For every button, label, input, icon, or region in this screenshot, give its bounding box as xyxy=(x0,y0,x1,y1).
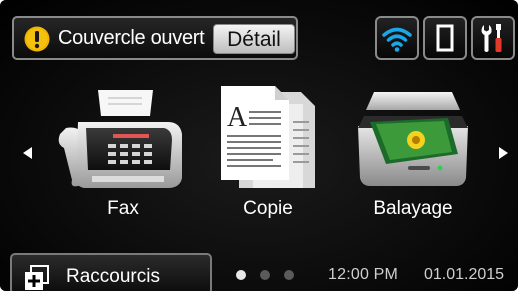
fax-label: Fax xyxy=(107,198,139,219)
status-message: Couvercle ouvert xyxy=(58,27,205,49)
shortcuts-label: Raccourcis xyxy=(66,266,160,287)
tools-icon xyxy=(481,24,502,52)
svg-text:A: A xyxy=(227,102,248,133)
printer-touchscreen: Couvercle ouvert Détail Fax A Copie Bala… xyxy=(0,0,518,291)
page-dot-active xyxy=(236,270,246,280)
copy-label: Copie xyxy=(243,198,293,219)
shortcuts-icon xyxy=(25,265,49,290)
wifi-button[interactable] xyxy=(375,16,419,60)
status-bar[interactable]: Couvercle ouvert Détail xyxy=(12,16,298,60)
page-dot xyxy=(260,270,270,280)
page-dot xyxy=(284,270,294,280)
shortcuts-button[interactable]: Raccourcis xyxy=(10,253,212,291)
left-arrow-icon[interactable] xyxy=(20,145,34,161)
scanner-icon xyxy=(358,92,468,186)
copy-documents-icon: A xyxy=(221,86,315,188)
settings-button[interactable] xyxy=(471,16,515,60)
date: 01.01.2015 xyxy=(424,266,505,283)
warning-icon xyxy=(24,26,50,52)
scan-label: Balayage xyxy=(373,198,453,219)
page-indicator xyxy=(232,270,302,282)
detail-button[interactable]: Détail xyxy=(213,24,295,54)
right-arrow-icon[interactable] xyxy=(497,145,511,161)
phone-button[interactable] xyxy=(423,16,467,60)
fax-button[interactable]: Fax xyxy=(58,82,188,232)
scan-button[interactable]: Balayage xyxy=(348,82,478,232)
phone-icon xyxy=(436,24,454,52)
copy-button[interactable]: A Copie xyxy=(203,82,333,232)
clock: 12:00 PM xyxy=(328,266,399,283)
wifi-icon xyxy=(382,27,412,52)
fax-machine-icon xyxy=(58,90,182,188)
